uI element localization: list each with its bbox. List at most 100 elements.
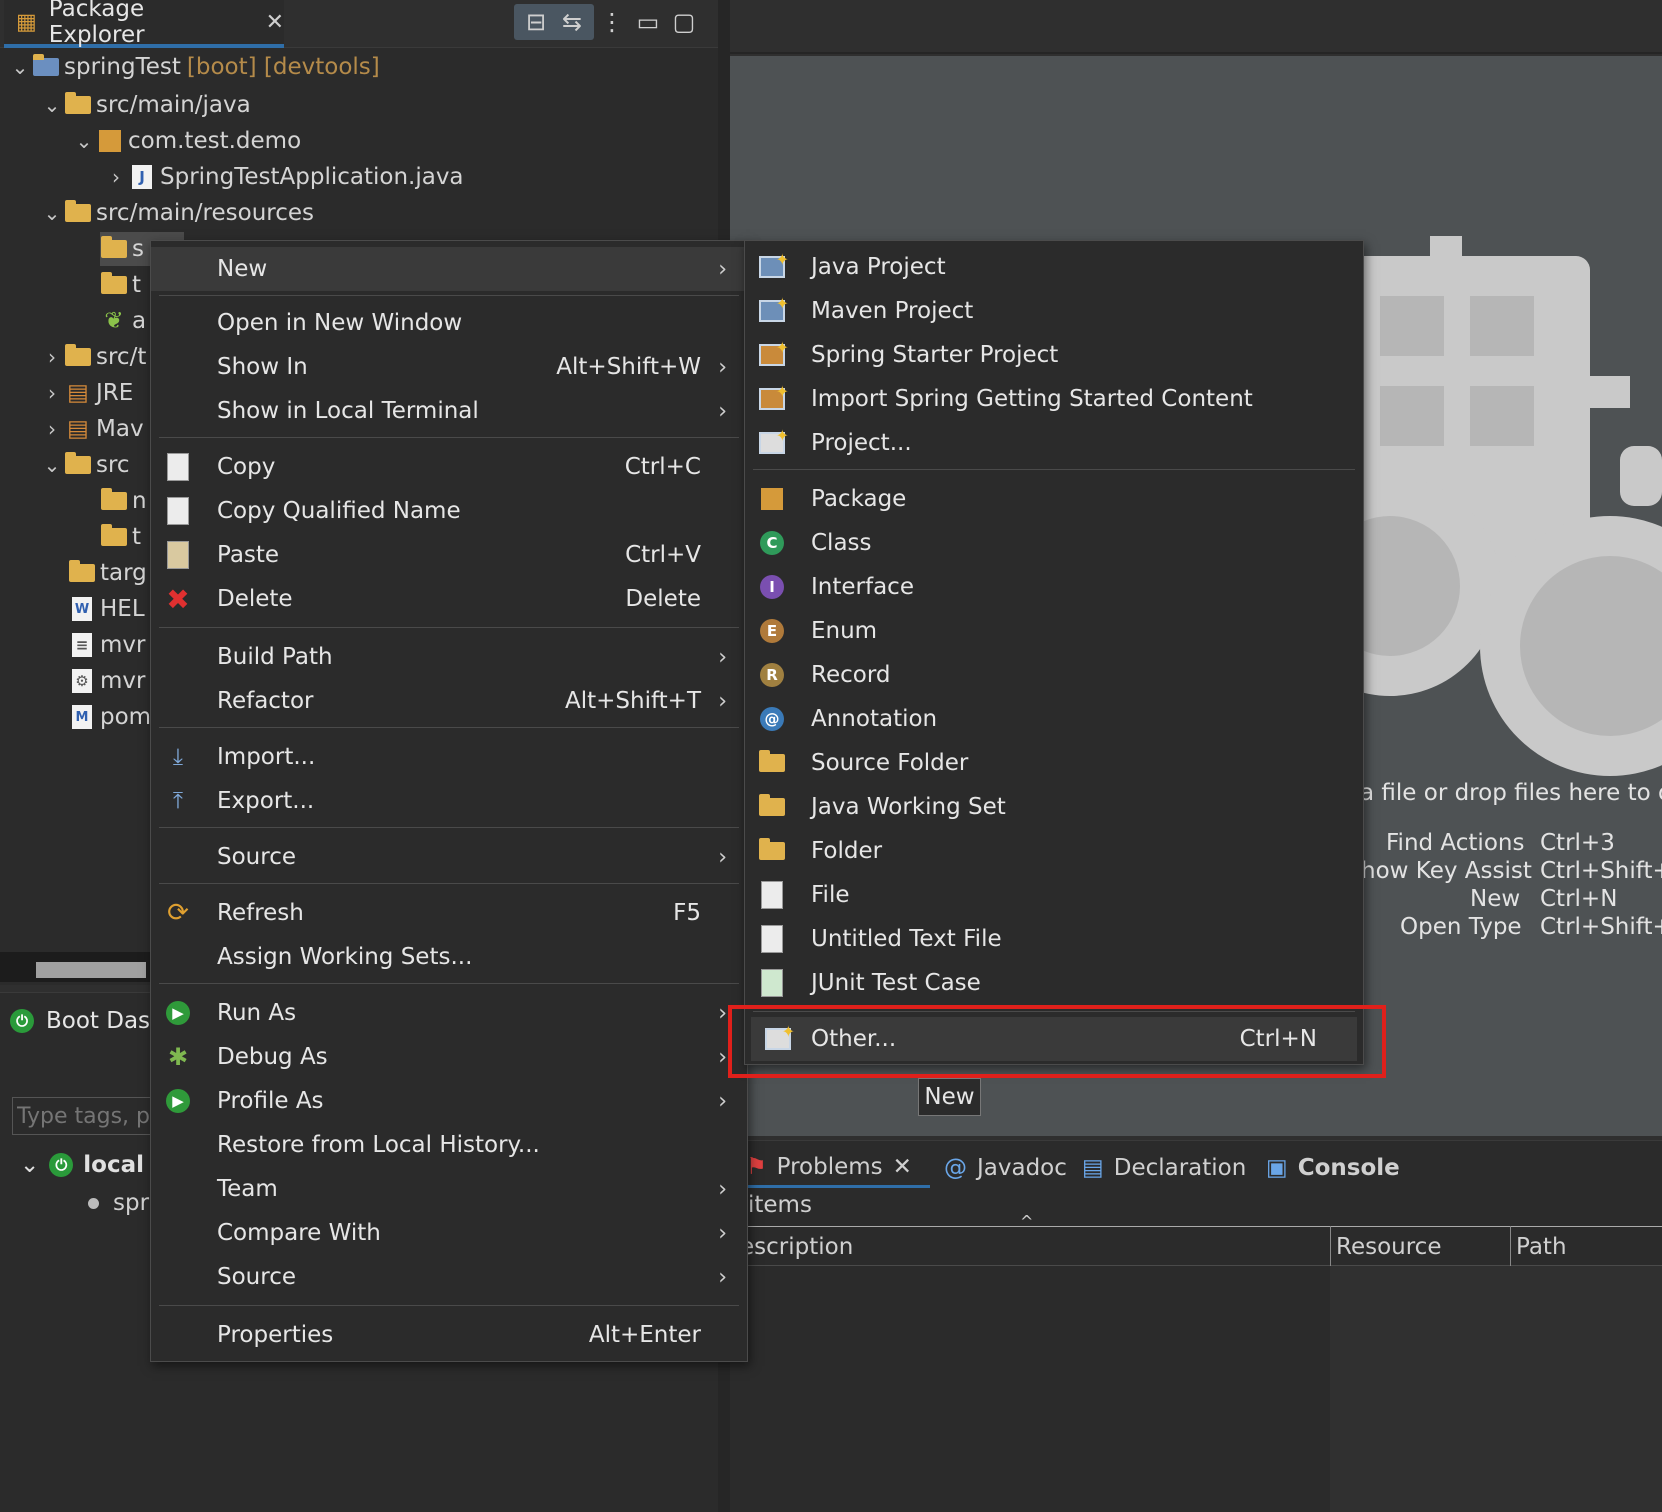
tree-item-springtest[interactable]: ⌄ springTest [boot] [devtools] — [8, 50, 380, 84]
tree-item-mvnw[interactable]: ≡ mvr — [68, 628, 145, 662]
menu-item-class[interactable]: C Class — [745, 521, 1363, 565]
close-icon[interactable]: ✕ — [893, 1154, 912, 1180]
menu-item-compare-with[interactable]: Compare With › — [151, 1211, 747, 1255]
menu-item-restore-local-history[interactable]: Restore from Local History... — [151, 1123, 747, 1167]
tree-item-target[interactable]: targ — [68, 556, 147, 590]
chevron-down-icon[interactable]: ⌄ — [20, 1152, 39, 1178]
menu-label: Delete — [217, 586, 293, 612]
menu-item-java-project[interactable]: ✦ Java Project — [745, 245, 1363, 289]
menu-item-show-in[interactable]: Show In Alt+Shift+W › — [151, 345, 747, 389]
column-description[interactable]: escription — [740, 1228, 853, 1266]
tree-item-package[interactable]: ⌄ com.test.demo — [72, 124, 302, 158]
menu-item-delete[interactable]: ✖ Delete Delete — [151, 577, 747, 621]
chevron-right-icon[interactable]: › — [40, 417, 64, 441]
menu-item-annotation[interactable]: @ Annotation — [745, 697, 1363, 741]
menu-item-junit-test-case[interactable]: JUnit Test Case — [745, 961, 1363, 1005]
tree-item-src-main-resources[interactable]: ⌄ src/main/resources — [40, 196, 314, 230]
tab-problems[interactable]: ⚑ Problems ✕ — [746, 1148, 930, 1188]
menu-item-maven-project[interactable]: ✦ Maven Project — [745, 289, 1363, 333]
menu-label: Build Path — [217, 644, 333, 670]
tree-item-java-file[interactable]: › J SpringTestApplication.java — [104, 160, 464, 194]
maximize-icon[interactable]: ▢ — [666, 4, 702, 40]
tab-boot-dashboard[interactable]: ⏻ Boot Das — [10, 1008, 150, 1034]
menu-item-source-2[interactable]: Source › — [151, 1255, 747, 1299]
menu-item-build-path[interactable]: Build Path › — [151, 635, 747, 679]
submenu-arrow-icon: › — [718, 844, 727, 870]
menu-item-debug-as[interactable]: ✱ Debug As › — [151, 1035, 747, 1079]
menu-item-refresh[interactable]: ⟳ Refresh F5 — [151, 891, 747, 935]
menu-item-import-spring-content[interactable]: ✦ Import Spring Getting Started Content — [745, 377, 1363, 421]
menu-item-package[interactable]: Package — [745, 477, 1363, 521]
power-icon: ⏻ — [49, 1153, 74, 1177]
menu-item-record[interactable]: R Record — [745, 653, 1363, 697]
menu-item-spring-starter-project[interactable]: ✦ Spring Starter Project — [745, 333, 1363, 377]
scrollbar-thumb[interactable] — [36, 962, 146, 978]
tree-item-src-main-java[interactable]: ⌄ src/main/java — [40, 88, 251, 122]
menu-item-import[interactable]: ⤓ Import... — [151, 735, 747, 779]
column-resource[interactable]: Resource — [1336, 1228, 1441, 1266]
tree-item-maven[interactable]: › ▤ Mav — [40, 412, 144, 446]
menu-item-folder[interactable]: Folder — [745, 829, 1363, 873]
chevron-right-icon[interactable]: › — [40, 381, 64, 405]
tree-item[interactable]: n — [100, 484, 147, 518]
chevron-right-icon[interactable]: › — [104, 165, 128, 189]
tree-item-mvnw-cmd[interactable]: ⚙ mvr — [68, 664, 145, 698]
menu-item-profile-as[interactable]: ▶ Profile As › — [151, 1079, 747, 1123]
tab-console[interactable]: ▣ Console — [1266, 1148, 1400, 1188]
tab-javadoc[interactable]: @ Javadoc — [944, 1148, 1067, 1188]
menu-item-file[interactable]: File — [745, 873, 1363, 917]
close-icon[interactable]: ✕ — [266, 10, 284, 35]
menu-label: Interface — [811, 574, 914, 600]
menu-item-properties[interactable]: Properties Alt+Enter — [151, 1313, 747, 1357]
menu-item-interface[interactable]: I Interface — [745, 565, 1363, 609]
menu-item-paste[interactable]: Paste Ctrl+V — [151, 533, 747, 577]
boot-local-node[interactable]: ⌄ ⏻ local — [20, 1152, 144, 1178]
menu-item-new[interactable]: New › — [151, 247, 747, 291]
java-project-icon: ✦ — [757, 250, 789, 282]
folder-icon — [100, 236, 128, 261]
tree-label: src — [96, 452, 130, 478]
menu-item-team[interactable]: Team › — [151, 1167, 747, 1211]
menu-item-copy[interactable]: Copy Ctrl+C — [151, 445, 747, 489]
menu-item-open-in-new-window[interactable]: Open in New Window — [151, 301, 747, 345]
tree-item-pom[interactable]: M pom — [68, 700, 151, 734]
menu-item-show-in-local-terminal[interactable]: Show in Local Terminal › — [151, 389, 747, 433]
menu-item-source[interactable]: Source › — [151, 835, 747, 879]
menu-item-copy-qualified-name[interactable]: Copy Qualified Name — [151, 489, 747, 533]
link-with-editor-icon[interactable]: ⇆ — [554, 4, 590, 40]
chevron-down-icon[interactable]: ⌄ — [40, 453, 64, 477]
chevron-right-icon[interactable]: › — [40, 345, 64, 369]
tree-item[interactable]: t — [100, 268, 141, 302]
tree-decoration: [boot] [devtools] — [186, 54, 380, 80]
chevron-down-icon[interactable]: ⌄ — [8, 55, 32, 79]
tree-item[interactable]: › src/t — [40, 340, 146, 374]
tab-package-explorer[interactable]: ▦ Package Explorer ✕ — [4, 0, 284, 48]
menu-item-export[interactable]: ⤒ Export... — [151, 779, 747, 823]
column-divider[interactable] — [1510, 1226, 1511, 1266]
menu-item-assign-working-sets[interactable]: Assign Working Sets... — [151, 935, 747, 979]
menu-item-java-working-set[interactable]: Java Working Set — [745, 785, 1363, 829]
column-path[interactable]: Path — [1516, 1228, 1567, 1266]
menu-item-run-as[interactable]: ▶ Run As › — [151, 991, 747, 1035]
menu-item-source-folder[interactable]: Source Folder — [745, 741, 1363, 785]
tree-item[interactable]: ❦ a — [100, 304, 146, 338]
chevron-down-icon[interactable]: ⌄ — [40, 93, 64, 117]
menu-item-untitled-text-file[interactable]: Untitled Text File — [745, 917, 1363, 961]
menu-item-enum[interactable]: E Enum — [745, 609, 1363, 653]
tree-item-src[interactable]: ⌄ src — [40, 448, 130, 482]
column-divider[interactable] — [1330, 1226, 1331, 1266]
shortcut-key: Ctrl+3 — [1540, 830, 1615, 856]
chevron-down-icon[interactable]: ⌄ — [72, 129, 96, 153]
chevron-down-icon[interactable]: ⌄ — [40, 201, 64, 225]
tree-item-help[interactable]: W HEL — [68, 592, 145, 626]
tree-item[interactable]: t — [100, 520, 141, 554]
minimize-icon[interactable]: ▭ — [630, 4, 666, 40]
enum-icon: E — [757, 616, 787, 646]
menu-item-refactor[interactable]: Refactor Alt+Shift+T › — [151, 679, 747, 723]
boot-app-node[interactable]: spr — [88, 1190, 149, 1216]
collapse-all-icon[interactable]: ⊟ — [518, 4, 554, 40]
menu-item-project[interactable]: ✦ Project... — [745, 421, 1363, 465]
tab-declaration[interactable]: ▤ Declaration — [1082, 1148, 1246, 1188]
view-menu-icon[interactable]: ⋮ — [594, 4, 630, 40]
tree-item-jre[interactable]: › ▤ JRE — [40, 376, 133, 410]
